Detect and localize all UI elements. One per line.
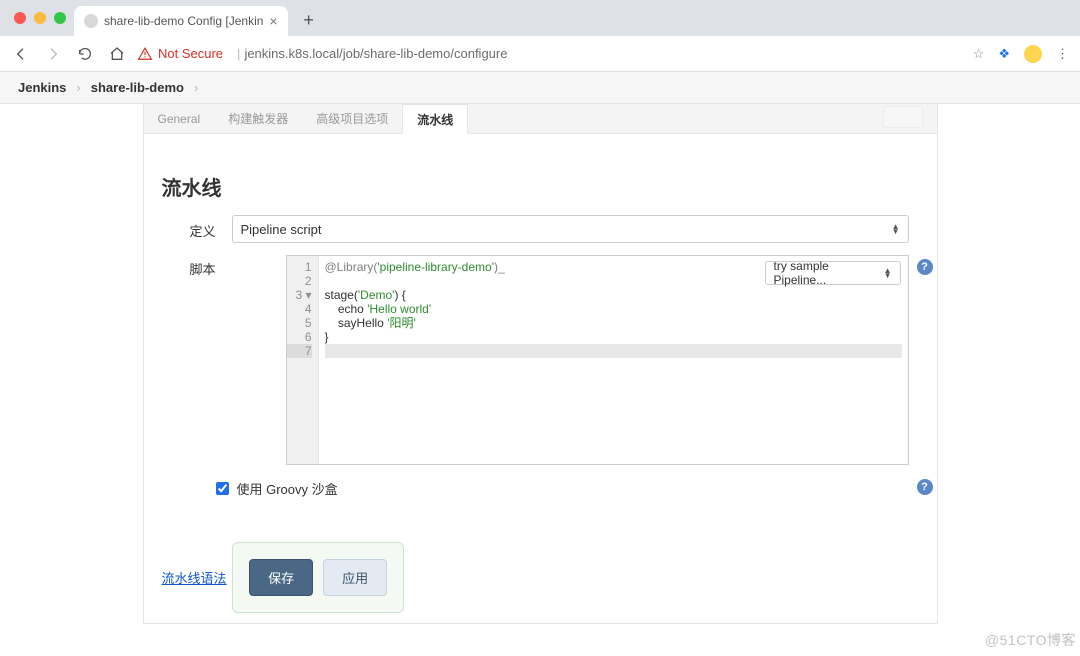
chevron-updown-icon: ▲▼ [884, 268, 892, 278]
bookmark-icon[interactable]: ☆ [973, 46, 985, 62]
address-bar[interactable]: |jenkins.k8s.local/job/share-lib-demo/co… [233, 46, 507, 61]
config-tabs: General 构建触发器 高级项目选项 流水线 [144, 104, 937, 134]
sample-pipeline-select[interactable]: try sample Pipeline... ▲▼ [765, 261, 901, 285]
minimize-window-icon[interactable] [34, 12, 46, 24]
browser-tab-strip: share-lib-demo Config [Jenkin × + [0, 0, 1080, 36]
section-title: 流水线 [162, 172, 909, 201]
config-panel: General 构建触发器 高级项目选项 流水线 流水线 定义 Pipeline… [143, 104, 938, 624]
tab-advanced[interactable]: 高级项目选项 [302, 104, 402, 133]
warning-icon [138, 47, 152, 61]
crumb-job[interactable]: share-lib-demo [91, 80, 184, 95]
sandbox-checkbox[interactable] [216, 482, 229, 495]
tab-build-triggers[interactable]: 构建触发器 [214, 104, 302, 133]
tab-pipeline[interactable]: 流水线 [402, 104, 468, 134]
forward-button[interactable] [42, 43, 64, 65]
home-button[interactable] [106, 43, 128, 65]
window-controls [8, 12, 66, 24]
jenkins-favicon [84, 14, 98, 28]
reload-button[interactable] [74, 43, 96, 65]
tab-general[interactable]: General [144, 104, 215, 133]
extension-icon[interactable]: ❖ [998, 46, 1010, 62]
definition-select[interactable]: Pipeline script ▲▼ [232, 215, 909, 243]
crumb-root[interactable]: Jenkins [18, 80, 66, 95]
breadcrumb: Jenkins › share-lib-demo › [0, 72, 1080, 104]
definition-label: 定义 [162, 215, 232, 240]
browser-toolbar: Not Secure |jenkins.k8s.local/job/share-… [0, 36, 1080, 72]
security-indicator[interactable]: Not Secure [138, 46, 223, 61]
apply-button[interactable]: 应用 [323, 559, 387, 596]
line-gutter: 123 ▾4567 [287, 256, 319, 464]
definition-value: Pipeline script [241, 222, 322, 237]
profile-avatar[interactable] [1024, 45, 1042, 63]
code-area[interactable]: @Library('pipeline-library-demo')_stage(… [319, 256, 908, 464]
chevron-updown-icon: ▲▼ [892, 224, 900, 234]
not-secure-label: Not Secure [158, 46, 223, 61]
help-icon[interactable]: ? [917, 479, 933, 495]
close-tab-icon[interactable]: × [269, 13, 277, 29]
help-icon[interactable]: ? [917, 259, 933, 275]
watermark: @51CTO博客 [985, 630, 1076, 650]
close-window-icon[interactable] [14, 12, 26, 24]
sandbox-label: 使用 Groovy 沙盒 [237, 479, 338, 498]
tab-title: share-lib-demo Config [Jenkin [104, 14, 263, 28]
script-label: 脚本 [162, 255, 232, 278]
chevron-right-icon: › [194, 80, 198, 95]
disabled-button [883, 106, 923, 128]
action-footer: 保存 应用 [232, 542, 404, 613]
menu-icon[interactable]: ⋮ [1056, 46, 1070, 62]
pipeline-syntax-link[interactable]: 流水线语法 [162, 568, 227, 587]
save-button[interactable]: 保存 [249, 559, 313, 596]
chevron-right-icon: › [76, 80, 80, 95]
browser-tab[interactable]: share-lib-demo Config [Jenkin × [74, 6, 288, 36]
new-tab-button[interactable]: + [296, 7, 322, 33]
back-button[interactable] [10, 43, 32, 65]
maximize-window-icon[interactable] [54, 12, 66, 24]
